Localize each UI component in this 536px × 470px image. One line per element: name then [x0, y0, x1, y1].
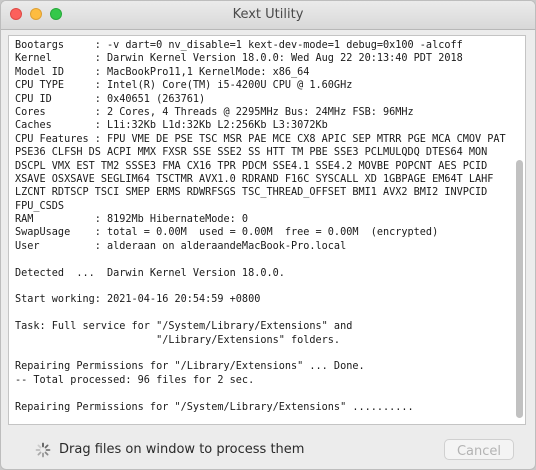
log-line: CPU Features : FPU VME DE PSE TSC MSR PA… [15, 133, 506, 145]
scrollbar-thumb[interactable] [516, 160, 523, 418]
log-line: Start working: 2021-04-16 20:54:59 +0800 [15, 294, 261, 306]
log-line: Repairing Permissions for "/Library/Exte… [15, 361, 365, 373]
log-line: XSAVE OSXSAVE SEGLIM64 TSCTMR AVX1.0 RDR… [15, 173, 494, 185]
log-line: LZCNT RDTSCP TSCI SMEP ERMS RDWRFSGS TSC… [15, 187, 488, 199]
status-text: Drag files on window to process them [59, 442, 305, 457]
log-line: RAM : 8192Mb HibernateMode: 0 [15, 214, 249, 226]
log-line: Task: Full service for "/System/Library/… [15, 321, 353, 333]
log-line: Bootargs : -v dart=0 nv_disable=1 kext-d… [15, 40, 463, 51]
log-line: Kernel : Darwin Kernel Version 18.0.0: W… [15, 53, 463, 65]
log-line: CPU TYPE : Intel(R) Core(TM) i5-4200U CP… [15, 80, 353, 92]
log-line: Model ID : MacBookPro11,1 KernelMode: x8… [15, 66, 310, 78]
log-line: FPU_CSDS [15, 200, 65, 212]
log-line: Cores : 2 Cores, 4 Threads @ 2295MHz Bus… [15, 106, 414, 118]
log-line: "/Library/Extensions" folders. [15, 334, 341, 346]
log-line: Detected ... Darwin Kernel Version 18.0.… [15, 267, 285, 279]
title-bar[interactable]: Kext Utility [1, 1, 535, 30]
log-output[interactable]: Bootargs : -v dart=0 nv_disable=1 kext-d… [8, 35, 526, 425]
log-line: User : alderaan on alderaandeMacBook-Pro… [15, 240, 347, 252]
spinner-icon [35, 442, 51, 458]
log-line: SwapUsage : total = 0.00M used = 0.00M f… [15, 227, 439, 239]
log-line: DSCPL VMX EST TM2 SSSE3 FMA CX16 TPR PDC… [15, 160, 488, 172]
bottom-bar: Drag files on window to process them Can… [1, 431, 535, 469]
kext-utility-window: Kext Utility Bootargs : -v dart=0 nv_dis… [0, 0, 536, 470]
log-line: Repairing Permissions for "/System/Libra… [15, 401, 414, 413]
log-line: -- Total processed: 96 files for 2 sec. [15, 374, 255, 386]
log-line: Caches : L1i:32Kb L1d:32Kb L2:256Kb L3:3… [15, 120, 328, 132]
log-lines: Bootargs : -v dart=0 nv_disable=1 kext-d… [15, 39, 511, 414]
window-title: Kext Utility [232, 7, 304, 22]
log-line: PSE36 CLFSH DS ACPI MMX FXSR SSE SSE2 SS… [15, 147, 488, 159]
log-line: CPU ID : 0x40651 (263761) [15, 93, 206, 105]
cancel-button[interactable]: Cancel [444, 439, 514, 460]
